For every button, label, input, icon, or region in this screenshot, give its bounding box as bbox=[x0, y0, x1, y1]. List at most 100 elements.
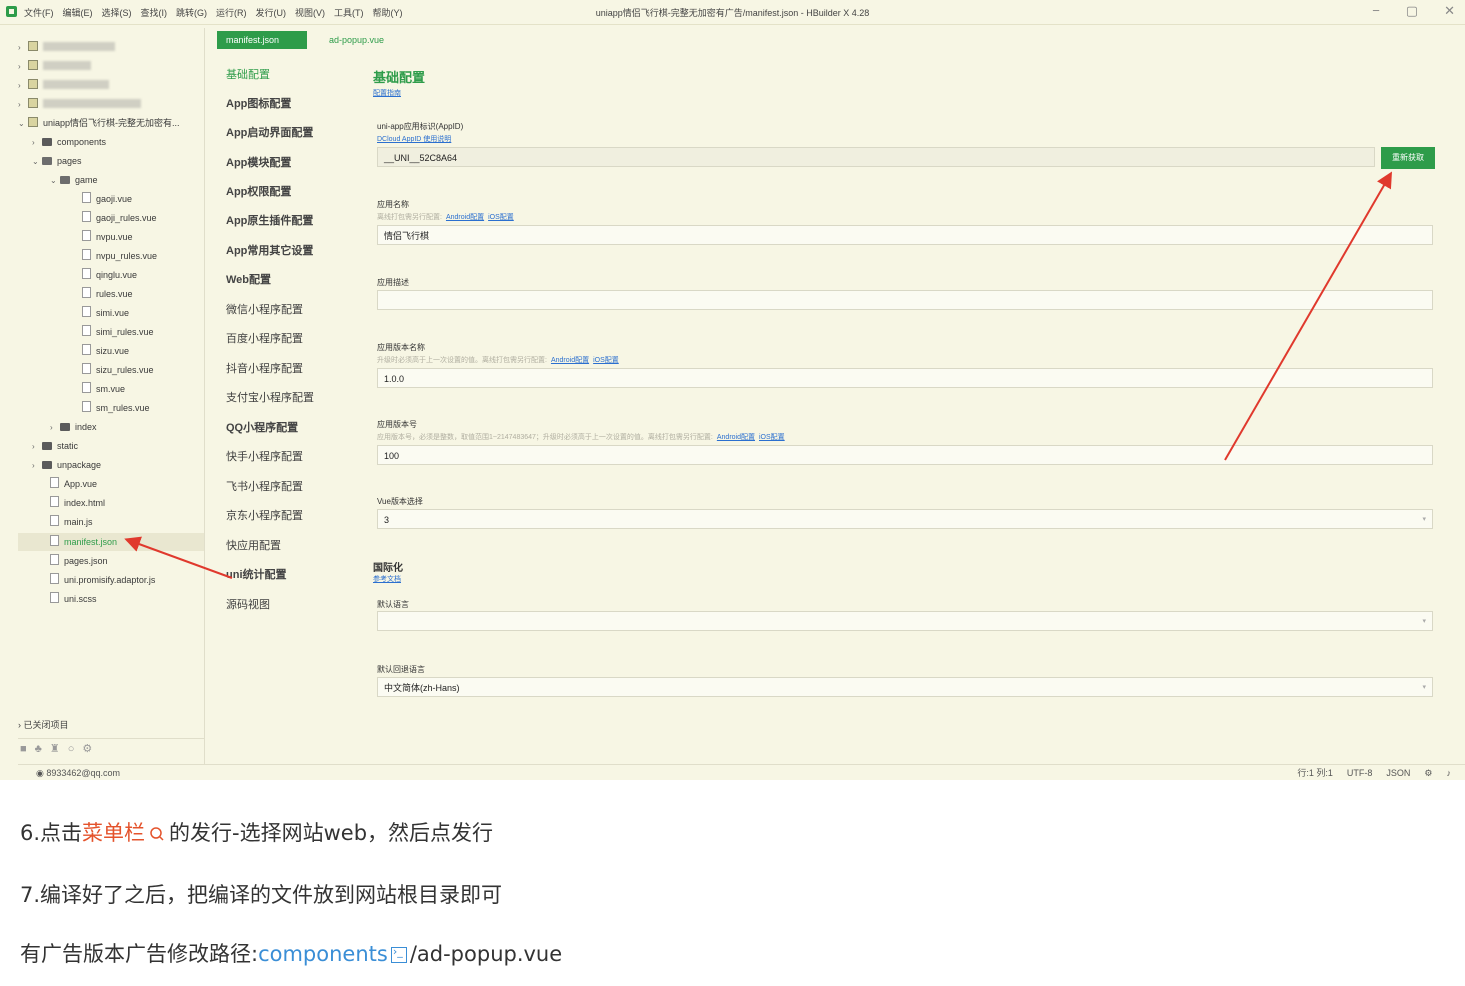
nav-feishu-mp[interactable]: 飞书小程序配置 bbox=[226, 478, 303, 494]
folder-icon bbox=[42, 461, 52, 469]
tree-folder-components[interactable]: › components bbox=[32, 133, 106, 151]
version-name-label: 应用版本名称 bbox=[377, 343, 425, 352]
android-config-link[interactable]: Android配置 bbox=[551, 357, 589, 364]
tree-label: sizu.vue bbox=[96, 346, 130, 356]
ios-config-link[interactable]: iOS配置 bbox=[488, 214, 514, 221]
nav-app-permissions[interactable]: App权限配置 bbox=[226, 183, 291, 199]
tree-folder-pages[interactable]: ⌄ pages bbox=[32, 152, 82, 170]
nav-alipay-mp[interactable]: 支付宝小程序配置 bbox=[226, 389, 314, 405]
ios-config-link[interactable]: iOS配置 bbox=[593, 357, 619, 364]
tree-file[interactable]: rules.vue bbox=[82, 285, 133, 303]
search-icon[interactable] bbox=[149, 826, 165, 842]
menu-bar-highlight: 菜单栏 bbox=[82, 821, 146, 845]
config-guide-link[interactable]: 配置指南 bbox=[373, 88, 401, 98]
nav-app-splash[interactable]: App启动界面配置 bbox=[226, 124, 313, 140]
chevron-right-icon: › bbox=[18, 62, 21, 71]
nav-quickapp[interactable]: 快应用配置 bbox=[226, 537, 281, 553]
nav-kuaishou-mp[interactable]: 快手小程序配置 bbox=[226, 448, 303, 464]
tree-file[interactable]: sm_rules.vue bbox=[82, 399, 150, 417]
nav-qq-mp[interactable]: QQ小程序配置 bbox=[226, 419, 298, 435]
tree-folder-static[interactable]: › static bbox=[32, 437, 78, 455]
fallback-lang-select[interactable]: 中文简体(zh-Hans) ▾ bbox=[377, 677, 1433, 697]
appid-field[interactable]: __UNI__52C8A64 bbox=[377, 147, 1375, 167]
minimize-icon[interactable]: − bbox=[1372, 3, 1380, 18]
tree-file[interactable]: sizu.vue bbox=[82, 342, 129, 360]
bell-icon[interactable]: ♪ bbox=[1447, 768, 1452, 778]
trash-icon[interactable]: ♜ bbox=[50, 742, 60, 755]
app-name-label: 应用名称 bbox=[377, 200, 409, 209]
plugin-icon[interactable]: ♣ bbox=[35, 743, 42, 755]
tree-folder-game[interactable]: ⌄ game bbox=[50, 171, 98, 189]
search-icon[interactable]: ○ bbox=[68, 743, 75, 755]
tab-ad-popup-vue[interactable]: ad-popup.vue bbox=[329, 31, 384, 49]
tree-file[interactable]: sm.vue bbox=[82, 380, 125, 398]
settings-icon[interactable]: ⚙ bbox=[82, 742, 92, 755]
version-code-field[interactable]: 100 bbox=[377, 445, 1433, 465]
nav-basic-config[interactable]: 基础配置 bbox=[226, 66, 270, 82]
refetch-appid-button[interactable]: 重新获取 bbox=[1381, 147, 1435, 169]
tree-folder-unpackage[interactable]: › unpackage bbox=[32, 456, 101, 474]
android-config-link[interactable]: Android配置 bbox=[446, 214, 484, 221]
tree-project-redacted-1[interactable]: › bbox=[18, 38, 115, 56]
tree-file[interactable]: qinglu.vue bbox=[82, 266, 137, 284]
tree-file[interactable]: simi_rules.vue bbox=[82, 323, 154, 341]
nav-source-view[interactable]: 源码视图 bbox=[226, 596, 270, 612]
tree-project-redacted-4[interactable]: › bbox=[18, 95, 141, 113]
appid-help-link[interactable]: DCloud AppID 使用说明 bbox=[377, 134, 451, 144]
components-link[interactable]: components bbox=[258, 942, 388, 966]
tree-file-app-vue[interactable]: App.vue bbox=[50, 475, 97, 493]
nav-app-native-plugins[interactable]: App原生插件配置 bbox=[226, 212, 313, 228]
nav-app-modules[interactable]: App模块配置 bbox=[226, 154, 291, 170]
file-language[interactable]: JSON bbox=[1386, 768, 1410, 778]
project-icon bbox=[28, 79, 38, 89]
file-encoding[interactable]: UTF-8 bbox=[1347, 768, 1373, 778]
tree-file[interactable]: gaoji.vue bbox=[82, 190, 132, 208]
maximize-icon[interactable]: ▢ bbox=[1406, 3, 1418, 18]
tree-file[interactable]: nvpu_rules.vue bbox=[82, 247, 157, 265]
nav-app-icon[interactable]: App图标配置 bbox=[226, 95, 291, 111]
i18n-doc-link[interactable]: 参考文档 bbox=[373, 574, 401, 584]
tree-file[interactable]: sizu_rules.vue bbox=[82, 361, 154, 379]
tree-file-uni-scss[interactable]: uni.scss bbox=[50, 590, 97, 608]
android-config-link[interactable]: Android配置 bbox=[717, 434, 755, 441]
tree-file-main-js[interactable]: main.js bbox=[50, 513, 93, 531]
tree-label: qinglu.vue bbox=[96, 270, 138, 280]
tab-manifest-json[interactable]: manifest.json bbox=[217, 31, 307, 49]
tree-file-index-html[interactable]: index.html bbox=[50, 494, 105, 512]
tree-project-redacted-2[interactable]: › bbox=[18, 57, 91, 75]
nav-uni-stat[interactable]: uni统计配置 bbox=[226, 566, 287, 582]
tree-file-manifest[interactable]: manifest.json bbox=[50, 533, 117, 551]
chevron-right-icon: › bbox=[32, 442, 35, 451]
tree-label: main.js bbox=[64, 517, 93, 527]
ios-config-link[interactable]: iOS配置 bbox=[759, 434, 785, 441]
app-desc-field[interactable] bbox=[377, 290, 1433, 310]
cursor-position[interactable]: 行:1 列:1 bbox=[1297, 768, 1333, 778]
nav-baidu-mp[interactable]: 百度小程序配置 bbox=[226, 330, 303, 346]
tree-file[interactable]: gaoji_rules.vue bbox=[82, 209, 157, 227]
tree-file-promisify[interactable]: uni.promisify.adaptor.js bbox=[50, 571, 155, 589]
tree-file-pages-json[interactable]: pages.json bbox=[50, 552, 108, 570]
terminal-icon[interactable] bbox=[390, 945, 407, 963]
app-name-field[interactable]: 情侣飞行棋 bbox=[377, 225, 1433, 245]
nav-douyin-mp[interactable]: 抖音小程序配置 bbox=[226, 360, 303, 376]
version-name-field[interactable]: 1.0.0 bbox=[377, 368, 1433, 388]
tree-project-root[interactable]: ⌄ uniapp情侣飞行棋-完整无加密有... bbox=[18, 114, 180, 132]
tree-file[interactable]: nvpu.vue bbox=[82, 228, 133, 246]
tree-project-redacted-3[interactable]: › bbox=[18, 76, 109, 94]
settings-icon[interactable]: ⚙ bbox=[1424, 768, 1432, 778]
tree-file[interactable]: simi.vue bbox=[82, 304, 129, 322]
tree-folder-index[interactable]: › index bbox=[50, 418, 97, 436]
hint-text: 离线打包需另行配置: bbox=[377, 214, 442, 221]
nav-app-other-settings[interactable]: App常用其它设置 bbox=[226, 242, 313, 258]
tree-label: sizu_rules.vue bbox=[96, 365, 154, 375]
vue-version-label: Vue版本选择 bbox=[377, 497, 423, 506]
vue-version-select[interactable]: 3 ▾ bbox=[377, 509, 1433, 529]
nav-jd-mp[interactable]: 京东小程序配置 bbox=[226, 507, 303, 523]
close-icon[interactable]: ✕ bbox=[1444, 3, 1455, 18]
project-folder-icon[interactable]: ■ bbox=[20, 743, 27, 755]
nav-web-config[interactable]: Web配置 bbox=[226, 271, 271, 287]
status-user[interactable]: ◉ 8933462@qq.com bbox=[36, 765, 120, 780]
closed-projects[interactable]: › 已关闭项目 bbox=[18, 718, 69, 731]
nav-weixin-mp[interactable]: 微信小程序配置 bbox=[226, 301, 303, 317]
default-lang-select[interactable]: ▾ bbox=[377, 611, 1433, 631]
